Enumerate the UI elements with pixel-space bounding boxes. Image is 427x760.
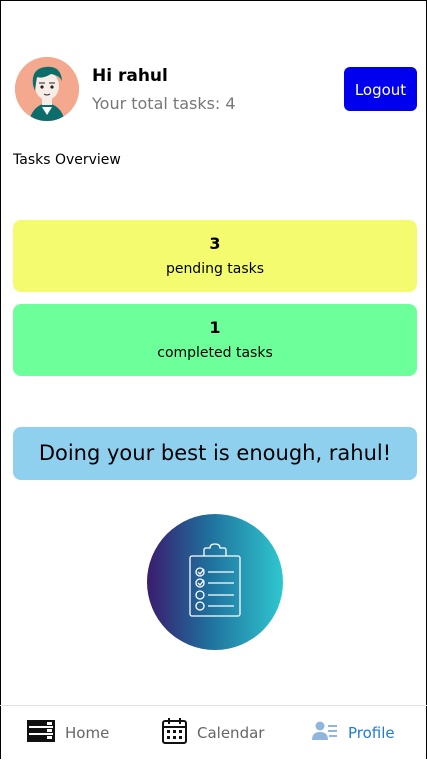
home-icon — [27, 720, 55, 746]
logout-button[interactable]: Logout — [344, 67, 417, 111]
completed-count: 1 — [209, 318, 221, 337]
nav-profile-label: Profile — [348, 724, 395, 742]
pending-label: pending tasks — [165, 261, 265, 277]
profile-icon — [312, 721, 338, 745]
pending-count: 3 — [209, 234, 221, 253]
bottom-nav: Home Calendar Profile — [0, 705, 427, 759]
nav-home[interactable]: Home — [27, 706, 109, 760]
completed-label: completed tasks — [157, 345, 273, 361]
pending-tasks-card[interactable]: 3 pending tasks — [13, 220, 417, 292]
tasks-overview-title: Tasks Overview — [13, 152, 121, 168]
total-tasks-text: Your total tasks: 4 — [92, 94, 236, 113]
nav-calendar[interactable]: Calendar — [162, 706, 264, 760]
user-avatar-icon — [15, 57, 79, 121]
nav-home-label: Home — [65, 724, 110, 742]
nav-calendar-label: Calendar — [197, 724, 265, 742]
nav-profile[interactable]: Profile — [312, 706, 395, 760]
motivation-banner: Doing your best is enough, rahul! — [13, 427, 417, 480]
completed-tasks-card[interactable]: 1 completed tasks — [13, 304, 417, 376]
greeting-text: Hi rahul — [92, 66, 168, 86]
clipboard-checklist-icon — [147, 514, 283, 650]
calendar-icon — [162, 718, 187, 748]
